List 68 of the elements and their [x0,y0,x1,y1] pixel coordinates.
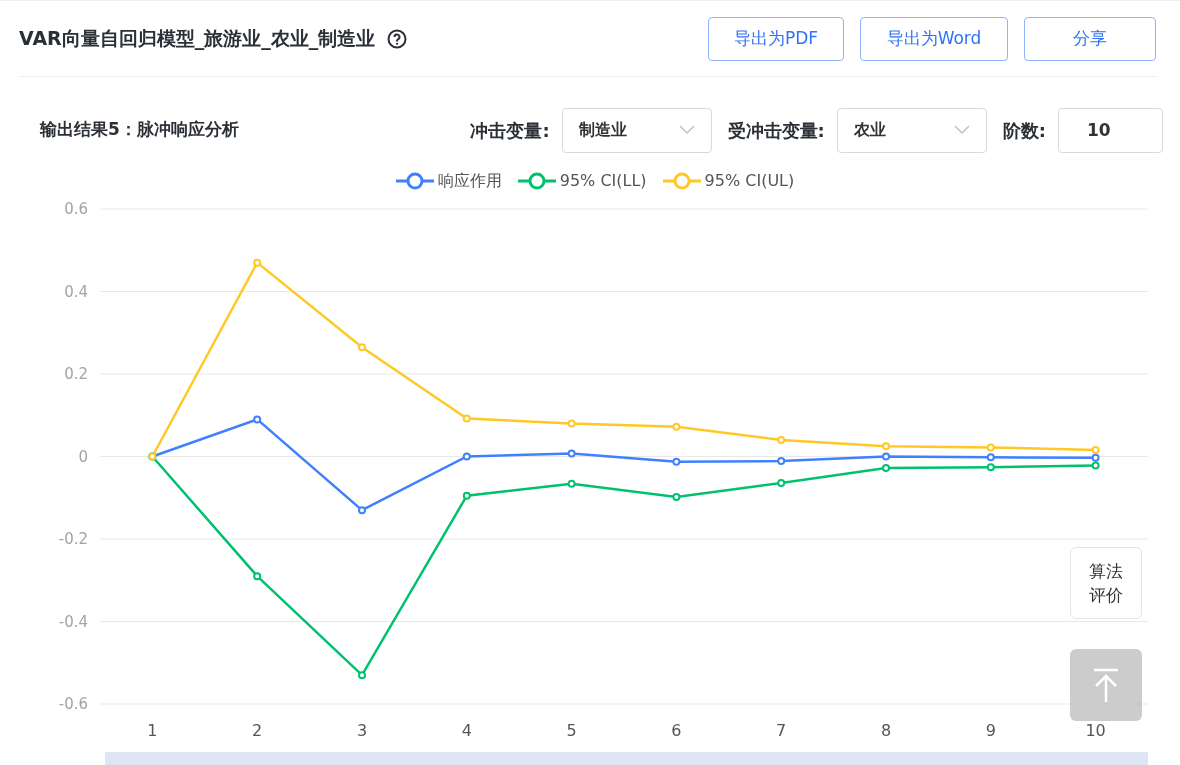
legend-label: 95% CI(UL) [704,170,795,192]
y-axis-label: -0.4 [58,612,88,631]
point [567,479,576,488]
field-label: 受冲击变量: [727,118,825,143]
point [462,491,471,500]
point [462,452,471,461]
point [986,453,995,462]
point [882,452,890,461]
x-axis-label: 2 [252,721,263,740]
action-button[interactable]: 导出为PDF [708,16,844,61]
point [253,415,262,424]
point [777,457,786,466]
y-axis-label: 0.4 [64,282,88,301]
evaluate-button[interactable]: 算法评价 [1070,547,1142,619]
x-axis-label: 8 [880,721,892,740]
dropdown[interactable]: 制造业 [561,107,712,153]
point [358,343,366,352]
point [672,457,681,466]
y-axis-label: -0.6 [58,695,88,713]
field-label: 冲击变量: [470,118,550,143]
point [253,572,262,581]
point [567,449,576,458]
point [1091,453,1100,462]
section-title: 输出结果5：脉冲响应分析 [40,118,239,142]
point [462,414,471,423]
point [986,463,995,472]
x-axis-label: 5 [566,721,577,740]
x-axis-label: 3 [356,721,368,740]
y-axis-label: 0 [78,447,88,466]
point [882,442,890,451]
chevron-down-icon [953,125,970,135]
point [777,436,786,444]
back-to-top-button[interactable] [1070,649,1142,721]
page-title: VAR向量自回归模型_旅游业_农业_制造业 [19,26,376,52]
action-button[interactable]: 分享 [1024,16,1156,61]
point [986,443,995,452]
arrow-up-icon [1092,668,1120,702]
zoom-slider[interactable] [105,752,1148,765]
action-button[interactable]: 导出为Word [860,16,1008,61]
legend-label: 响应作用 [437,170,502,192]
x-axis-label: 4 [461,721,472,740]
point [672,492,681,501]
point [253,258,262,267]
dropdown[interactable]: 农业 [836,107,987,153]
y-axis-label: 0.6 [64,200,88,218]
point [567,419,576,428]
x-axis-label: 6 [671,721,682,740]
y-axis-label: -0.2 [58,530,88,548]
legend-marker-icon [517,171,556,191]
field-label: 阶数: [1002,118,1046,143]
point [1091,445,1100,454]
point [672,422,681,431]
x-axis-label: 10 [1085,721,1106,740]
order-input-field[interactable]: 10 [1058,107,1163,153]
point [358,671,366,680]
point [777,478,786,487]
y-axis-label: 0.2 [64,365,88,383]
legend-marker-icon [395,171,434,191]
x-axis-label: 7 [776,721,787,740]
legend-marker-icon [662,171,701,191]
point [358,506,366,515]
point [1091,461,1100,470]
legend-label: 95% CI(LL) [559,170,647,192]
x-axis-label: 1 [147,721,158,740]
chevron-down-icon [678,125,695,135]
x-axis-label: 9 [985,721,996,740]
point [882,464,890,473]
help-icon[interactable] [387,28,408,49]
